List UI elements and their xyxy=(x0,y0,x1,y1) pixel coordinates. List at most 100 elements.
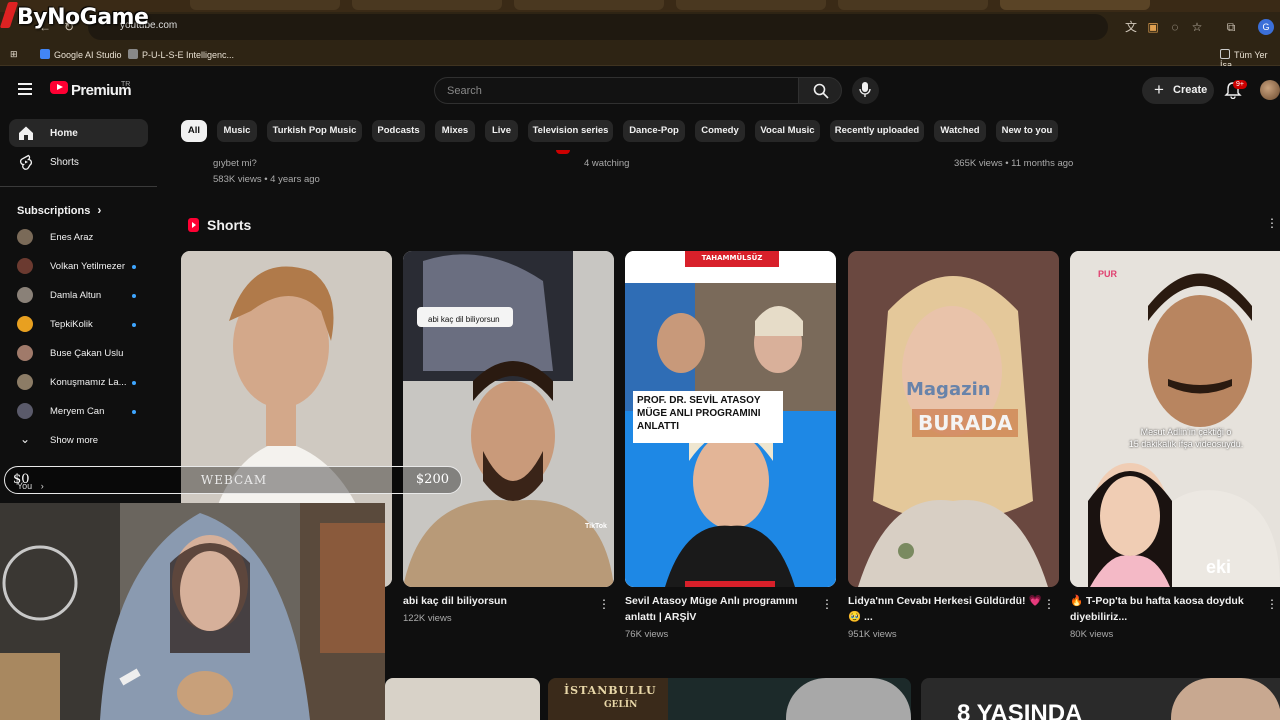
sidebar-sub-tepkikolik[interactable]: TepkiKolik xyxy=(17,314,147,336)
youtube-logo[interactable]: Premium xyxy=(50,81,132,99)
star-icon[interactable]: ☆ xyxy=(1190,20,1204,34)
chip-new-to-you[interactable]: New to you xyxy=(996,120,1058,142)
sidebar-sub-damla-altun[interactable]: Damla Altun xyxy=(17,285,147,307)
sub-name: TepkiKolik xyxy=(50,319,93,330)
short-thumbnail[interactable]: PUR Mesut Adlin'in çektiği o 15 dakikalı… xyxy=(1070,251,1280,587)
short-more-icon[interactable]: ⋮ xyxy=(598,598,610,610)
thumbnail-title-line: İSTANBULLU xyxy=(564,684,657,697)
video-meta: 583K views • 4 years ago xyxy=(213,174,320,185)
shorts-heading-label: Shorts xyxy=(207,217,252,233)
chip-television-series[interactable]: Television series xyxy=(528,120,613,142)
short-title[interactable]: 🔥 T-Pop'ta bu hafta kaosa doyduk diyebil… xyxy=(1070,593,1244,625)
browser-tab[interactable] xyxy=(676,0,826,10)
thumbnail-title: 8 YAŞINDA xyxy=(957,700,1083,720)
avatar xyxy=(17,229,33,245)
chip-all[interactable]: All xyxy=(181,120,207,142)
short-thumbnail[interactable]: TAHAMMÜLSÜZ PROF. DR. SEVİL ATASOY MÜGE … xyxy=(625,251,836,587)
bookmark-pulse[interactable]: P-U-L-S-E Intelligenc... xyxy=(128,49,234,60)
sidebar-sub-konusmamiz[interactable]: Konuşmamız La... xyxy=(17,372,147,394)
short-views: 951K views xyxy=(848,629,897,640)
chip-dance-pop[interactable]: Dance-Pop xyxy=(623,120,685,142)
chip-vocal-music[interactable]: Vocal Music xyxy=(755,120,820,142)
chip-podcasts[interactable]: Podcasts xyxy=(372,120,425,142)
short-title[interactable]: Sevil Atasoy Müge Anlı programını anlatt… xyxy=(625,593,798,625)
avatar xyxy=(17,258,33,274)
avatar xyxy=(17,316,33,332)
chevron-right-icon: › xyxy=(40,481,44,491)
address-bar[interactable] xyxy=(88,14,1108,40)
short-badge: PUR xyxy=(1098,269,1118,279)
shorts-logo-icon xyxy=(188,218,199,232)
account-avatar[interactable] xyxy=(1260,80,1280,100)
live-badge-edge xyxy=(556,150,570,154)
short-more-icon[interactable]: ⋮ xyxy=(1266,598,1278,610)
sidebar-sub-enes-araz[interactable]: Enes Araz xyxy=(17,227,147,249)
browser-tab[interactable] xyxy=(514,0,664,10)
short-views: 76K views xyxy=(625,629,669,640)
caption-line: Mesut Adlin'in çektiği o xyxy=(1140,427,1232,437)
chip-comedy[interactable]: Comedy xyxy=(695,120,745,142)
search-button[interactable] xyxy=(798,77,842,104)
new-content-dot xyxy=(132,323,136,327)
short-caption: Mesut Adlin'in çektiği o 15 dakikalık if… xyxy=(1106,426,1266,450)
short-title[interactable]: abi kaç dil biliyorsun xyxy=(403,593,507,609)
more-options-icon[interactable]: ⋮ xyxy=(1266,217,1278,229)
browser-tab[interactable] xyxy=(352,0,502,10)
chevron-down-icon: ⌄ xyxy=(20,432,31,446)
apps-grid-icon[interactable]: ⊞ xyxy=(10,49,18,60)
sidebar-item-shorts[interactable]: Shorts xyxy=(9,148,148,176)
caption-line: 15 dakikalık ifşa videosuydu. xyxy=(1128,439,1244,449)
channel-watermark-logo: ByNoGame xyxy=(0,2,149,30)
video-title-fragment[interactable]: gıybet mi? xyxy=(213,158,257,169)
profile-icon[interactable]: G xyxy=(1258,19,1274,35)
chip-mixes[interactable]: Mixes xyxy=(435,120,475,142)
search-input[interactable] xyxy=(435,78,798,103)
sidebar-sub-volkan-yetilmezer[interactable]: Volkan Yetilmezer xyxy=(17,256,147,278)
chip-recently-uploaded[interactable]: Recently uploaded xyxy=(830,120,924,142)
video-meta: 365K views • 11 months ago xyxy=(954,158,1074,169)
create-button[interactable]: + Create xyxy=(1142,77,1214,104)
avatar xyxy=(17,374,33,390)
short-thumbnail[interactable]: abi kaç dil biliyorsun TikTok xyxy=(403,251,614,587)
bookmark-google-ai-studio[interactable]: Google AI Studio xyxy=(40,49,122,60)
chip-live[interactable]: Live xyxy=(485,120,518,142)
extensions-puzzle-icon[interactable]: ⧉ xyxy=(1224,20,1238,34)
browser-tab[interactable] xyxy=(838,0,988,10)
home-icon xyxy=(19,126,33,140)
video-thumbnail[interactable] xyxy=(385,678,540,720)
sidebar-item-home[interactable]: Home xyxy=(9,119,148,147)
plus-icon: + xyxy=(1154,80,1164,99)
short-more-icon[interactable]: ⋮ xyxy=(1043,598,1055,610)
chip-turkish-pop-music[interactable]: Turkish Pop Music xyxy=(267,120,362,142)
video-thumbnail[interactable]: 8 YAŞINDA xyxy=(921,678,1280,720)
search-icon xyxy=(813,83,829,99)
bookmark-page-icon xyxy=(128,49,138,59)
video-thumbnail[interactable]: İSTANBULLU GELİN xyxy=(548,678,911,720)
browser-tab-active[interactable] xyxy=(1000,0,1150,10)
sidebar-sub-meryem-can[interactable]: Meryem Can xyxy=(17,401,147,423)
show-more-button[interactable]: ⌄ Show more xyxy=(17,430,147,452)
short-thumbnail[interactable]: Magazin BURADA xyxy=(848,251,1059,587)
extension-icon[interactable]: ▣ xyxy=(1146,20,1160,34)
sub-name: Buse Çakan Uslu xyxy=(50,348,124,359)
menu-icon[interactable] xyxy=(18,83,32,95)
translate-icon[interactable]: 文 xyxy=(1124,20,1138,34)
chevron-right-icon: › xyxy=(97,203,102,217)
sidebar-you-section[interactable]: You › xyxy=(17,481,44,491)
sidebar-sub-buse-cakan-uslu[interactable]: Buse Çakan Uslu xyxy=(17,343,147,365)
avatar xyxy=(17,287,33,303)
title-line: Lidya'nın Cevabı Herkesi Güldürdü! 💗 xyxy=(848,595,1042,607)
webcam-image xyxy=(0,503,385,720)
shorts-icon xyxy=(20,154,32,170)
voice-search-button[interactable] xyxy=(852,77,879,104)
tiktok-watermark: TikTok xyxy=(585,523,607,530)
chip-watched[interactable]: Watched xyxy=(934,120,986,142)
you-label: You xyxy=(17,481,33,491)
short-more-icon[interactable]: ⋮ xyxy=(821,598,833,610)
short-title[interactable]: Lidya'nın Cevabı Herkesi Güldürdü! 💗 🥹 .… xyxy=(848,593,1042,625)
chip-music[interactable]: Music xyxy=(217,120,257,142)
subscriptions-heading[interactable]: Subscriptions › xyxy=(17,203,101,217)
browser-tab[interactable] xyxy=(190,0,340,10)
video-meta: 4 watching xyxy=(584,158,630,169)
eye-off-icon[interactable]: ◌ xyxy=(1168,20,1182,34)
